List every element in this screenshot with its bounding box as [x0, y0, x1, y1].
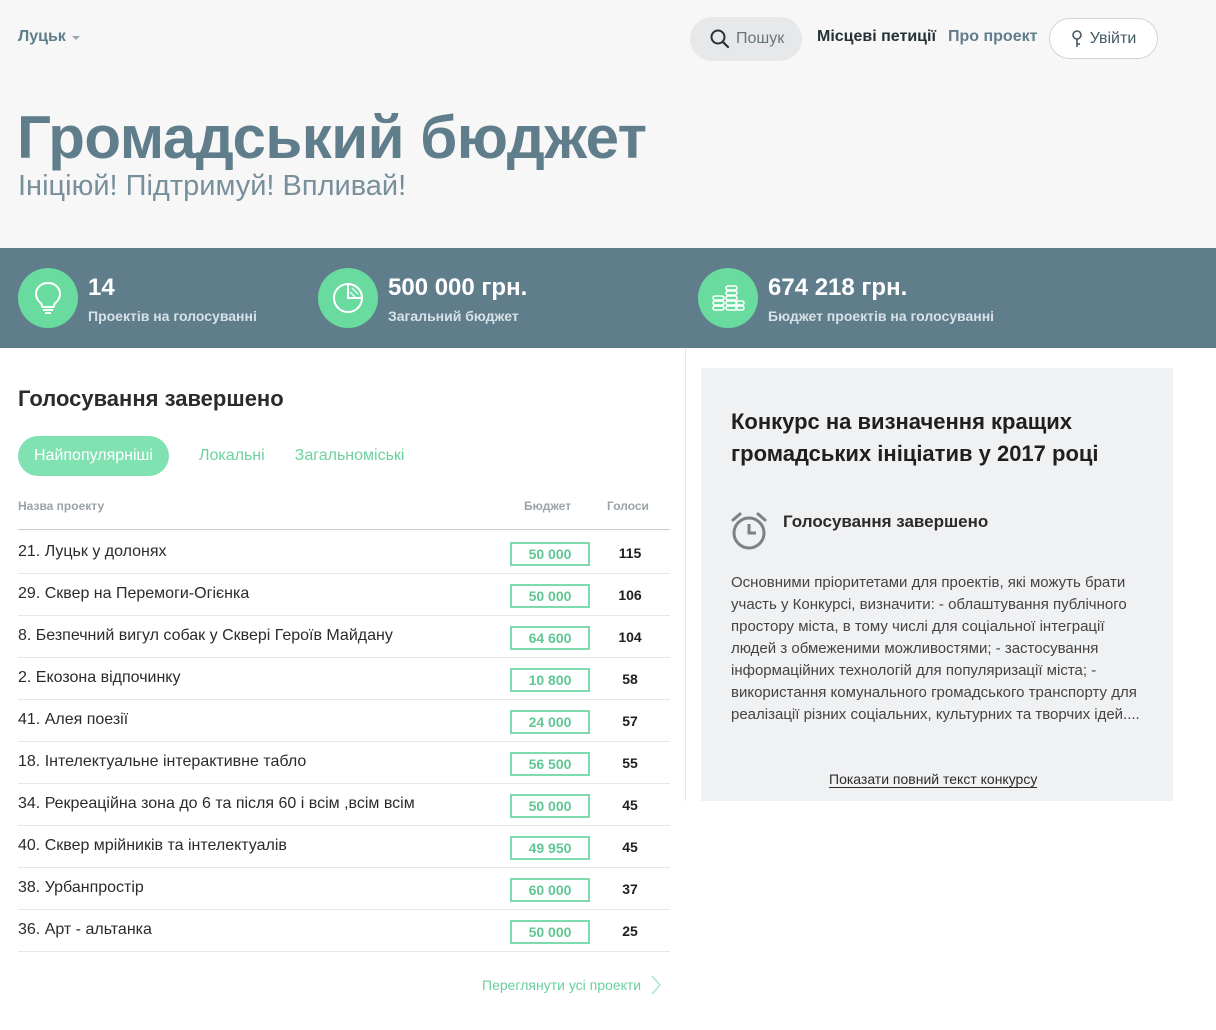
column-header-name: Назва проекту — [18, 499, 105, 513]
key-icon — [1071, 29, 1082, 47]
column-divider — [685, 348, 686, 801]
project-budget-badge: 56 500 — [510, 752, 590, 776]
nav-about-project[interactable]: Про проект — [948, 28, 1037, 46]
stat-value: 674 218 грн. — [768, 274, 908, 301]
tab-citywide[interactable]: Загальноміські — [295, 447, 405, 465]
chevron-right-icon — [651, 975, 662, 995]
search-icon — [710, 29, 730, 49]
contest-description: Основними пріоритетами для проектів, які… — [731, 574, 1140, 723]
tab-most-popular[interactable]: Найпопулярніші — [18, 436, 169, 476]
project-name: 2. Екозона відпочинку — [18, 669, 181, 686]
project-name: 29. Сквер на Перемоги-Огієнка — [18, 585, 250, 602]
contest-status: Голосування завершено — [729, 510, 988, 552]
project-budget-badge: 50 000 — [510, 920, 590, 944]
search-button[interactable]: Пошук — [690, 17, 802, 61]
contest-panel: Конкурс на визначення кращих громадських… — [701, 368, 1173, 801]
project-votes: 115 — [618, 545, 642, 561]
table-row[interactable]: 34. Рекреаційна зона до 6 та після 60 і … — [18, 784, 670, 826]
project-name: 21. Луцьк у долонях — [18, 543, 167, 560]
view-all-projects-link[interactable]: Переглянути усі проекти — [482, 975, 662, 995]
chevron-down-icon — [71, 36, 80, 40]
page-title: Громадський бюджет — [17, 104, 647, 171]
city-selector[interactable]: Луцьк — [18, 28, 80, 46]
column-header-votes: Голоси — [607, 499, 649, 513]
project-tabs: Найпопулярніші Локальні Загальноміські — [18, 436, 404, 476]
project-name: 34. Рекреаційна зона до 6 та після 60 і … — [18, 795, 415, 812]
view-all-projects-label: Переглянути усі проекти — [482, 977, 642, 993]
stats-band: 14 Проектів на голосуванні 500 000 грн. … — [0, 248, 1216, 348]
login-label: Увійти — [1089, 29, 1137, 47]
coins-icon — [698, 268, 758, 328]
table-row[interactable]: 36. Арт - альтанка 50 000 25 — [18, 910, 670, 952]
project-budget-badge: 60 000 — [510, 878, 590, 902]
stat-value: 14 — [88, 274, 115, 301]
project-votes: 55 — [622, 755, 638, 771]
nav-local-petitions[interactable]: Місцеві петиції — [817, 28, 936, 46]
project-budget-badge: 24 000 — [510, 710, 590, 734]
search-label: Пошук — [736, 30, 785, 47]
project-votes: 45 — [622, 797, 638, 813]
project-name: 38. Урбанпростір — [18, 879, 144, 896]
table-row[interactable]: 29. Сквер на Перемоги-Огієнка 50 000 106 — [18, 574, 670, 616]
project-votes: 37 — [622, 881, 638, 897]
table-header: Назва проекту Бюджет Голоси — [18, 490, 670, 530]
project-budget-badge: 50 000 — [510, 794, 590, 818]
project-name: 36. Арт - альтанка — [18, 921, 152, 938]
project-votes: 106 — [618, 587, 642, 603]
contest-status-label: Голосування завершено — [783, 512, 989, 531]
project-votes: 57 — [622, 713, 638, 729]
contest-title: Конкурс на визначення кращих громадських… — [731, 409, 1099, 466]
column-header-budget: Бюджет — [524, 499, 572, 513]
show-full-contest-link[interactable]: Показати повний текст конкурсу — [829, 771, 1038, 788]
page-subtitle: Ініціюй! Підтримуй! Впливай! — [18, 170, 407, 202]
table-row[interactable]: 38. Урбанпростір 60 000 37 — [18, 868, 670, 910]
table-row[interactable]: 21. Луцьк у долонях 50 000 115 — [18, 532, 670, 574]
stat-projects-count: 14 Проектів на голосуванні — [18, 268, 257, 328]
project-name: 18. Інтелектуальне інтерактивне табло — [18, 753, 307, 770]
project-name: 41. Алея поезії — [18, 711, 129, 728]
table-row[interactable]: 2. Екозона відпочинку 10 800 58 — [18, 658, 670, 700]
project-budget-badge: 50 000 — [510, 542, 590, 566]
project-name: 8. Безпечний вигул собак у Сквері Героїв… — [18, 627, 393, 644]
project-budget-badge: 10 800 — [510, 668, 590, 692]
table-row[interactable]: 8. Безпечний вигул собак у Сквері Героїв… — [18, 616, 670, 658]
project-votes: 45 — [622, 839, 638, 855]
login-button[interactable]: Увійти — [1049, 18, 1158, 59]
stat-value: 500 000 грн. — [388, 274, 528, 301]
stat-label: Загальний бюджет — [388, 308, 519, 324]
stat-label: Проектів на голосуванні — [88, 308, 257, 324]
projects-table: 21. Луцьк у долонях 50 000 115 29. Сквер… — [18, 532, 670, 952]
city-label: Луцьк — [18, 28, 66, 45]
lightbulb-icon — [18, 268, 78, 328]
pie-chart-icon — [318, 268, 378, 328]
table-row[interactable]: 18. Інтелектуальне інтерактивне табло 56… — [18, 742, 670, 784]
project-budget-badge: 50 000 — [510, 584, 590, 608]
alarm-clock-icon — [731, 512, 767, 550]
header: Луцьк Пошук Місцеві петиції Про проект У… — [0, 0, 1216, 248]
table-row[interactable]: 41. Алея поезії 24 000 57 — [18, 700, 670, 742]
project-budget-badge: 49 950 — [510, 836, 590, 860]
stat-total-budget: 500 000 грн. Загальний бюджет — [318, 268, 527, 328]
project-name: 40. Сквер мрійників та інтелектуалів — [18, 837, 287, 854]
project-budget-badge: 64 600 — [510, 626, 590, 650]
stat-voting-budget: 674 218 грн. Бюджет проектів на голосува… — [698, 268, 994, 328]
voting-section-title: Голосування завершено — [18, 386, 284, 411]
stat-label: Бюджет проектів на голосуванні — [768, 308, 995, 324]
project-votes: 25 — [622, 923, 638, 939]
project-votes: 104 — [618, 629, 642, 645]
tab-local[interactable]: Локальні — [199, 447, 265, 465]
table-row[interactable]: 40. Сквер мрійників та інтелектуалів 49 … — [18, 826, 670, 868]
project-votes: 58 — [622, 671, 638, 687]
